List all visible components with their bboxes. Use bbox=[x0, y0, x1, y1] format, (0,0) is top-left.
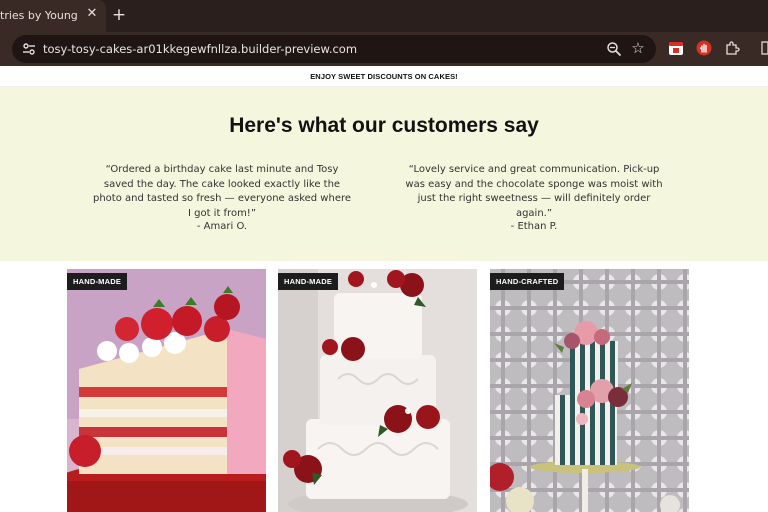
url-text[interactable]: tosy-tosy-cakes-ar01kkegewfnllza.builder… bbox=[43, 42, 357, 56]
extension-calendar-icon[interactable] bbox=[668, 40, 684, 56]
extensions-puzzle-icon[interactable] bbox=[724, 40, 740, 56]
product-card[interactable]: HAND-MADE bbox=[67, 269, 266, 512]
wedding-cake-image[interactable] bbox=[278, 269, 477, 512]
product-badge: HAND-CRAFTED bbox=[490, 273, 565, 290]
browser-tab-strip: tries by Young Enth ✕ + bbox=[0, 0, 768, 32]
announcement-bar: ENJOY SWEET DISCOUNTS ON CAKES! bbox=[0, 66, 768, 87]
testimonial-author: - Amari O. bbox=[196, 221, 248, 232]
product-card[interactable]: HAND-CRAFTED bbox=[490, 269, 689, 512]
site-settings-icon[interactable] bbox=[21, 41, 37, 57]
profile-icon[interactable] bbox=[756, 40, 768, 56]
browser-tab[interactable]: tries by Young Enth ✕ bbox=[0, 0, 106, 32]
new-tab-icon[interactable]: + bbox=[110, 6, 128, 24]
product-badge: HAND-MADE bbox=[278, 273, 339, 290]
zoom-icon[interactable] bbox=[606, 41, 622, 57]
extension-hand-icon[interactable] bbox=[696, 40, 712, 56]
testimonials-heading: Here's what our customers say bbox=[229, 114, 539, 137]
product-grid: HAND-MADE HAND-MADE HAND-CRAFTED bbox=[0, 261, 768, 512]
testimonial-quote: “Lovely service and great communication.… bbox=[405, 164, 663, 219]
striped-cake-image[interactable] bbox=[490, 269, 689, 512]
testimonial-author: - Ethan P. bbox=[510, 221, 558, 232]
tab-title: tries by Young Enth bbox=[0, 9, 80, 22]
address-bar[interactable]: tosy-tosy-cakes-ar01kkegewfnllza.builder… bbox=[12, 35, 656, 63]
testimonial-quote: “Ordered a birthday cake last minute and… bbox=[92, 164, 352, 219]
bookmark-star-icon[interactable]: ☆ bbox=[630, 40, 646, 56]
product-badge: HAND-MADE bbox=[67, 273, 128, 290]
tab-close-icon[interactable]: ✕ bbox=[85, 7, 99, 21]
product-card[interactable]: HAND-MADE bbox=[278, 269, 477, 512]
browser-toolbar: tosy-tosy-cakes-ar01kkegewfnllza.builder… bbox=[0, 32, 768, 66]
testimonials-section: Here's what our customers say “Ordered a… bbox=[0, 87, 768, 261]
cake-slice-image[interactable] bbox=[67, 269, 266, 512]
